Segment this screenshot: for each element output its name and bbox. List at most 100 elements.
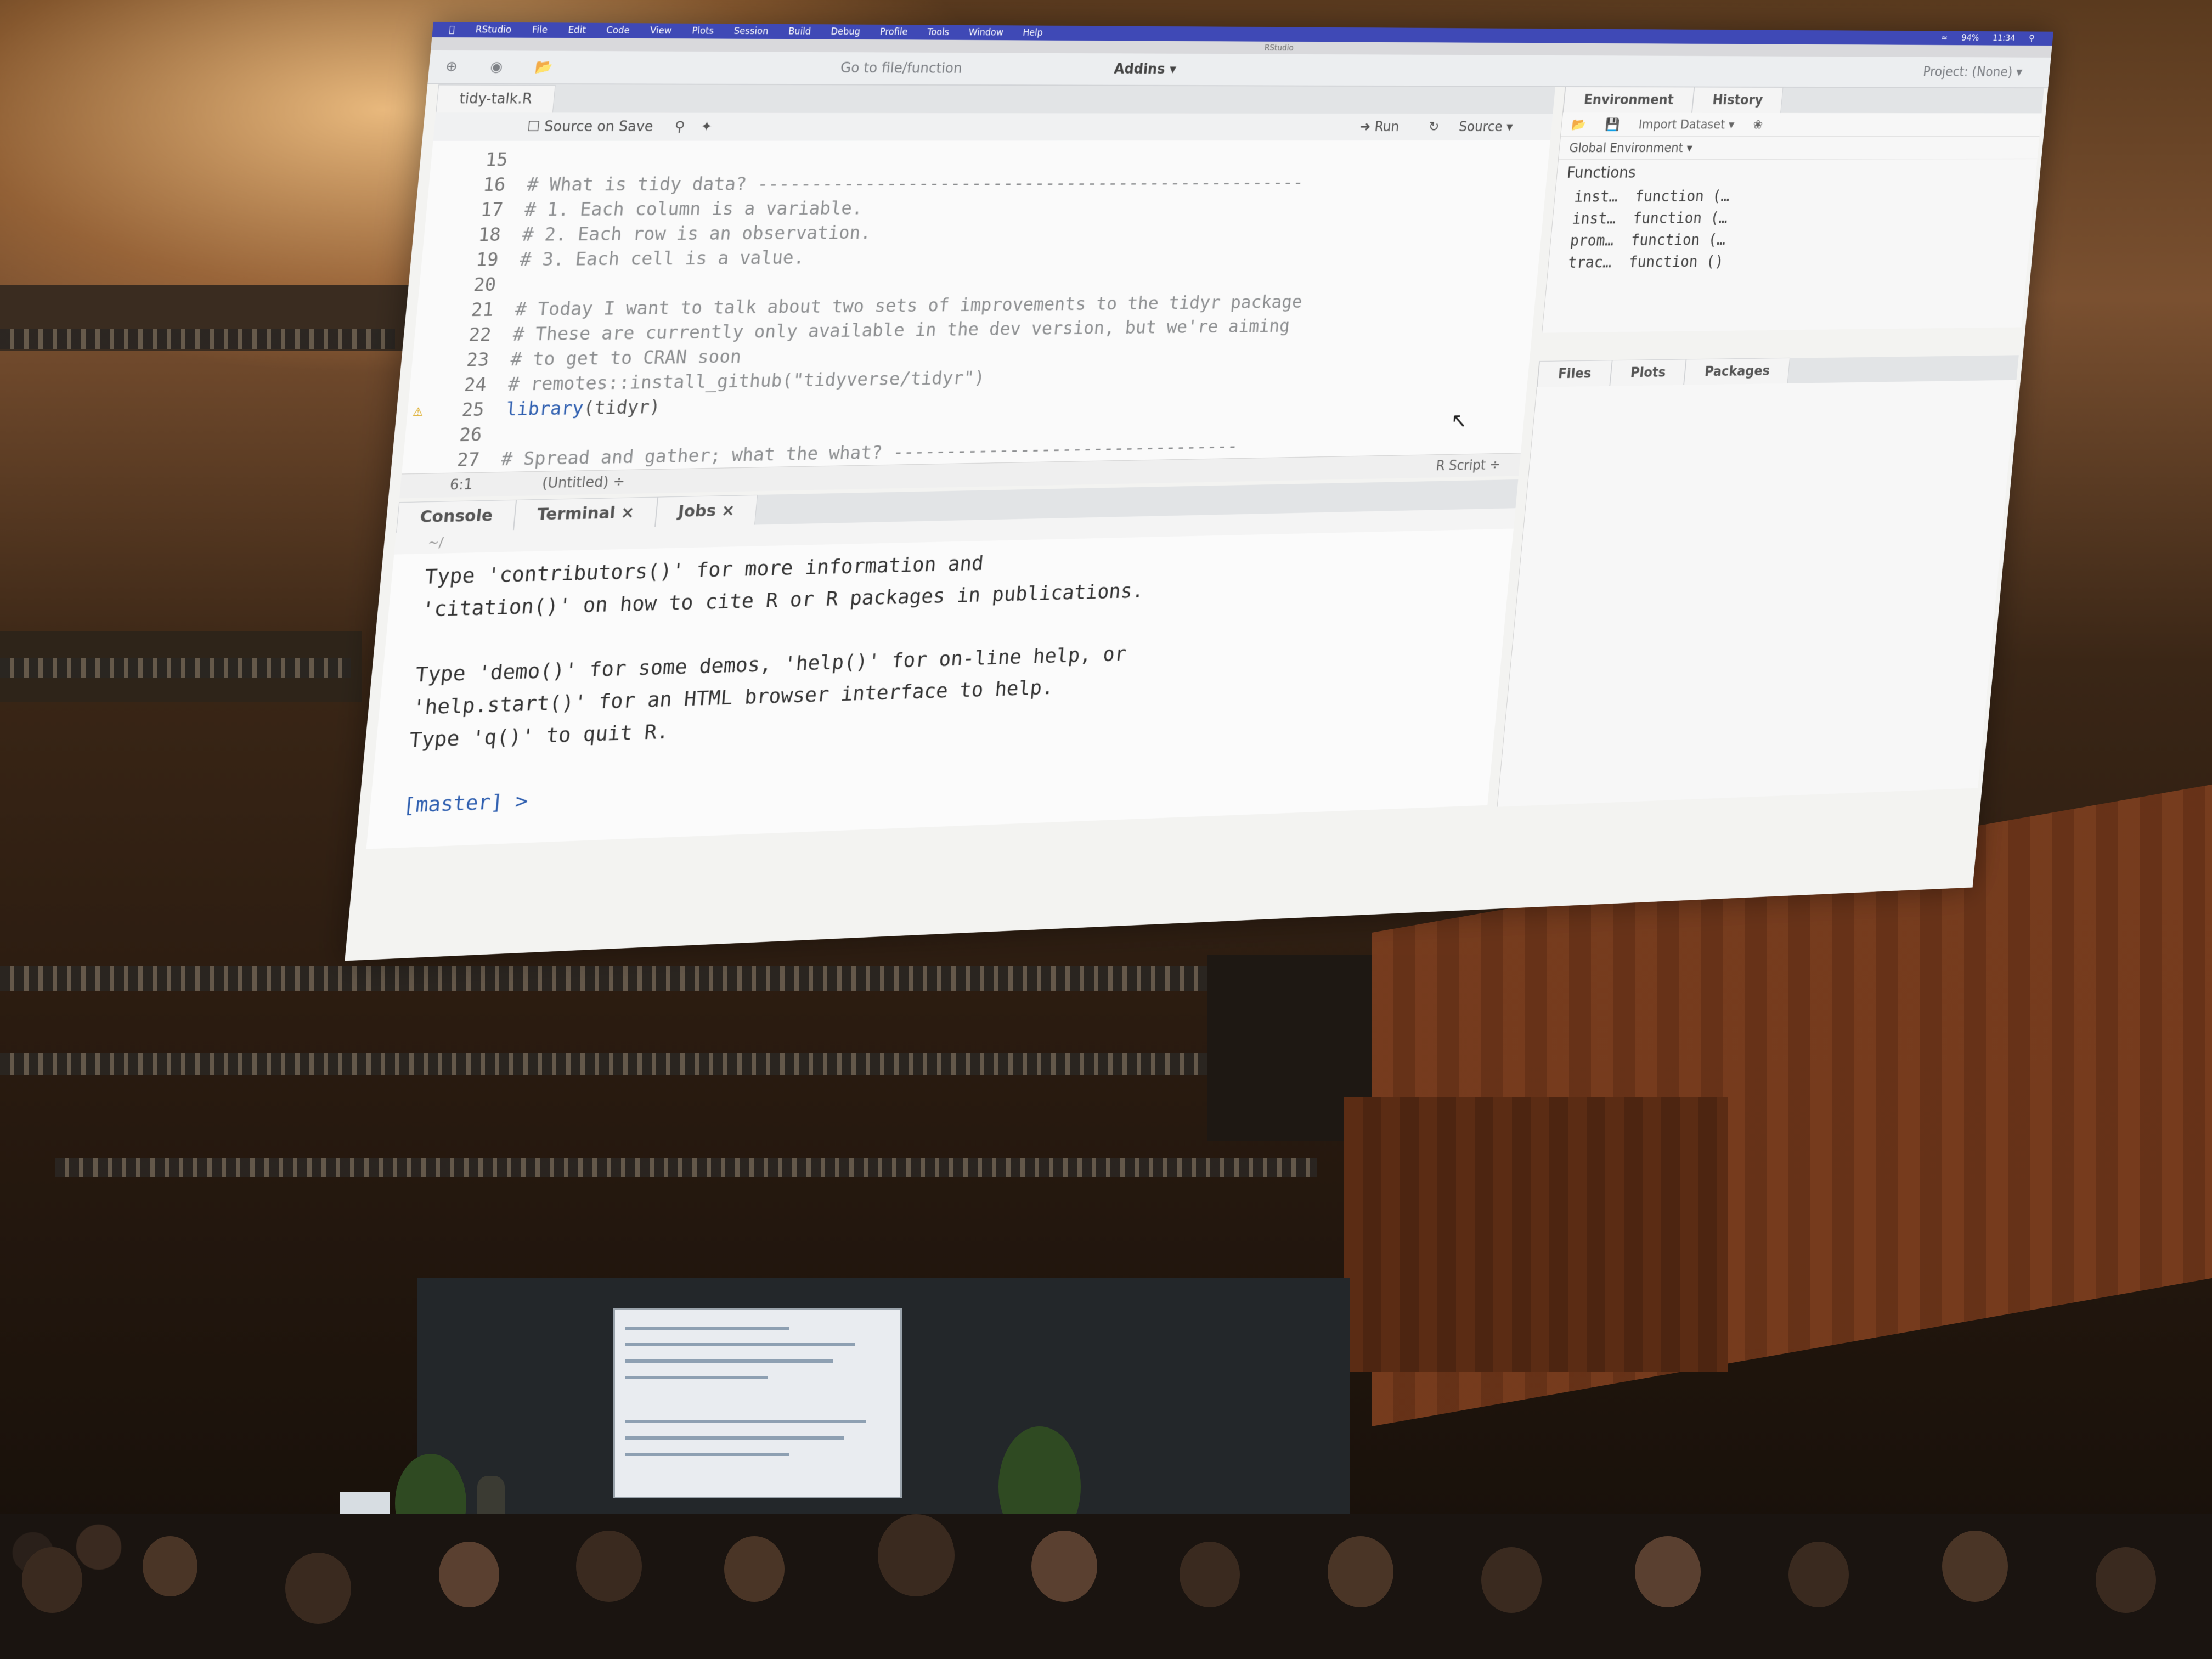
line-number: 22 (467, 324, 493, 346)
menu-help[interactable]: Help (1023, 27, 1043, 38)
find-icon[interactable]: ⚲ (674, 119, 685, 134)
wand-icon[interactable]: ✦ (700, 119, 713, 134)
line-number: 21 (470, 298, 495, 321)
ceiling-truss (0, 658, 351, 678)
cursor-position: 6:1 (449, 476, 473, 494)
wood-panel-wall (1344, 1097, 1728, 1372)
console-prompt[interactable]: [master] > (402, 789, 529, 817)
environment-scope-menu[interactable]: Global Environment ▾ (1558, 137, 2040, 160)
mouse-cursor-icon: ↖ (1449, 408, 1469, 433)
project-menu[interactable]: Project: (None) ▾ (1922, 65, 2023, 80)
code-comment: # 3. Each cell is a value. (519, 247, 806, 271)
code-comment (517, 274, 519, 296)
search-icon[interactable]: ⚲ (2028, 33, 2035, 43)
environment-pane: Environment History 📂 💾 Import Dataset ▾… (1542, 86, 2044, 333)
r-console[interactable]: Type 'contributors()' for more informati… (366, 528, 1514, 849)
line-number: 24 (463, 374, 488, 396)
code-line: 26 (404, 421, 505, 450)
line-number: 15 (484, 149, 509, 171)
goto-file-input[interactable]: Go to file/function (840, 60, 1049, 77)
open-file-icon[interactable]: 📂 (534, 59, 554, 75)
env-function-row[interactable]: inst… function (… (1552, 206, 2033, 230)
open-workspace-icon[interactable]: 📂 (1571, 117, 1587, 132)
line-number: 23 (465, 349, 490, 371)
code-comment (503, 424, 505, 445)
files-pane: Files Plots Packages (1497, 355, 2019, 807)
functions-heading: Functions (1566, 163, 1637, 182)
menu-file[interactable]: File (532, 25, 548, 36)
environment-toolbar: 📂 💾 Import Dataset ▾ ❀ (1560, 112, 2042, 137)
menu-edit[interactable]: Edit (568, 25, 586, 36)
broom-icon[interactable]: ❀ (1752, 117, 1763, 132)
menu-profile[interactable]: Profile (879, 27, 908, 38)
line-number: 18 (477, 224, 502, 246)
line-number: 27 (456, 449, 481, 471)
import-dataset-button[interactable]: Import Dataset ▾ (1638, 117, 1735, 132)
stage-screen (613, 1308, 902, 1498)
code-line: 19 # 3. Each cell is a value. (421, 244, 806, 274)
console-line: Type 'contributors()' for more informati… (424, 551, 985, 589)
code-comment: # These are currently only available in … (512, 315, 1291, 346)
new-file-icon[interactable]: ⊕ (445, 59, 459, 75)
file-type-menu[interactable]: R Script ÷ (1435, 458, 1501, 474)
menu-session[interactable]: Session (733, 26, 769, 37)
code-comment: # 1. Each column is a variable. (523, 198, 864, 221)
lighting-truss (55, 1158, 1317, 1177)
code-line: 16 # What is tidy data? -----------------… (428, 170, 1305, 199)
source-toolbar: ☐ Source on Save ⚲ ✦ ➜ Run ↻ Source ▾ (433, 112, 1553, 142)
audience (0, 1514, 2212, 1659)
line-number: 16 (482, 174, 507, 196)
menu-build[interactable]: Build (788, 26, 811, 37)
code-line: 20 (418, 271, 519, 299)
code-text: (tidyr) (582, 396, 662, 419)
tab-plots[interactable]: Plots (1609, 359, 1686, 386)
code-keyword: library (505, 397, 585, 421)
save-workspace-icon[interactable]: 💾 (1605, 117, 1621, 132)
line-number: 20 (472, 274, 497, 296)
line-number: 26 (458, 424, 483, 447)
menu-view[interactable]: View (650, 25, 672, 36)
tab-files[interactable]: Files (1537, 360, 1612, 387)
addins-menu[interactable]: Addins ▾ (1114, 61, 1177, 77)
main-toolbar: ⊕ ◉ 📂 Go to file/function Addins ▾ Proje… (427, 50, 2051, 89)
lighting-truss (0, 966, 1372, 991)
menu-debug[interactable]: Debug (831, 26, 861, 37)
tab-jobs[interactable]: Jobs × (654, 494, 758, 527)
files-tabs: Files Plots Packages (1537, 355, 2019, 387)
rerun-icon[interactable]: ↻ (1428, 119, 1440, 134)
apple-icon[interactable]:  (449, 24, 455, 35)
env-function-row[interactable]: trac… function () (1548, 249, 2029, 274)
code-comment (528, 149, 531, 171)
wifi-icon[interactable]: ≈ (1940, 33, 1948, 43)
source-on-save-checkbox[interactable]: ☐ Source on Save (527, 119, 654, 135)
rstudio-window:  RStudio File Edit Code View Plots Sess… (345, 22, 2053, 961)
run-button[interactable]: ➜ Run (1359, 119, 1400, 134)
tab-tidy-talk[interactable]: tidy-talk.R (436, 84, 556, 113)
code-editor[interactable]: 15 16 # What is tidy data? ---------------… (402, 140, 1550, 474)
menu-plots[interactable]: Plots (691, 26, 714, 37)
tab-console[interactable]: Console (396, 499, 517, 533)
env-function-row[interactable]: inst… function (… (1554, 184, 2035, 208)
menu-rstudio[interactable]: RStudio (475, 24, 512, 35)
code-comment: # remotes::install_github("tidyverse/tid… (507, 367, 986, 396)
menu-tools[interactable]: Tools (927, 27, 949, 38)
tab-packages[interactable]: Packages (1684, 357, 1791, 385)
console-line: Type 'q()' to quit R. (408, 719, 670, 752)
battery-percent[interactable]: 94% (1961, 33, 1979, 43)
tab-terminal[interactable]: Terminal × (514, 496, 658, 531)
ceiling-truss (0, 329, 395, 349)
source-button[interactable]: Source ▾ (1458, 119, 1514, 134)
source-tabs: tidy-talk.R (436, 84, 1555, 114)
menu-code[interactable]: Code (606, 25, 630, 36)
clock[interactable]: 11:34 (1992, 33, 2016, 43)
open-project-icon[interactable]: ◉ (489, 59, 503, 75)
source-on-save-label: Source on Save (543, 119, 654, 135)
env-function-row[interactable]: prom… function (… (1550, 227, 2031, 252)
code-comment: # 2. Each row is an observation. (521, 222, 872, 246)
code-line: 15 (430, 146, 531, 174)
tab-history[interactable]: History (1691, 87, 1784, 113)
environment-tabs: Environment History (1563, 86, 2044, 114)
tab-environment[interactable]: Environment (1563, 86, 1695, 113)
menu-window[interactable]: Window (968, 27, 1004, 38)
scope-menu[interactable]: (Untitled) ÷ (541, 474, 625, 492)
